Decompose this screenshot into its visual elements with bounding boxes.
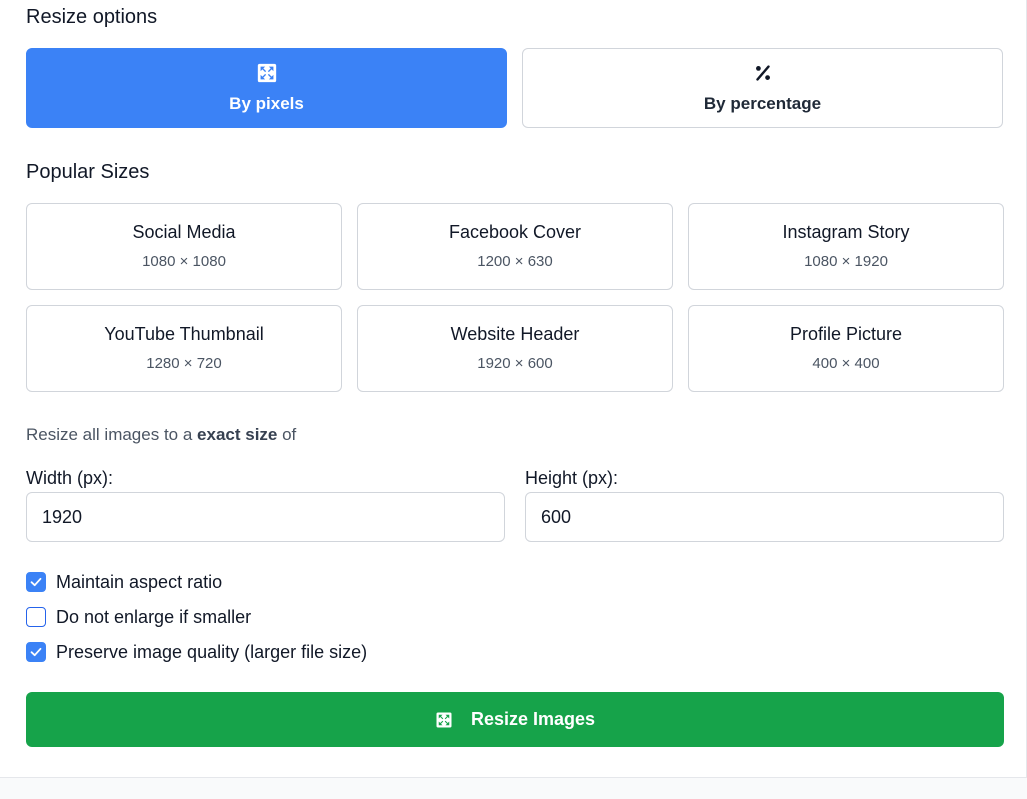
preset-facebook-cover[interactable]: Facebook Cover 1200 × 630 <box>357 203 673 290</box>
preset-size: 1920 × 600 <box>477 355 553 372</box>
preset-name: Profile Picture <box>789 324 903 344</box>
preset-name: Social Media <box>132 222 236 242</box>
preserve-quality-label: Preserve image quality (larger file size… <box>56 641 368 662</box>
preserve-quality-checkbox[interactable] <box>26 642 46 662</box>
do-not-enlarge-label: Do not enlarge if smaller <box>56 606 252 627</box>
preset-name: Instagram Story <box>782 222 910 242</box>
resize-description: Resize all images to a exact size of <box>26 425 296 445</box>
height-input[interactable] <box>525 492 1004 542</box>
by-pixels-label: By pixels <box>229 94 304 113</box>
expand-arrows-icon <box>436 712 452 727</box>
maintain-aspect-ratio-label: Maintain aspect ratio <box>56 571 223 592</box>
description-suffix: of <box>277 425 297 444</box>
resize-panel: Resize options By pixels By percentage P… <box>0 0 1027 778</box>
preset-name: Facebook Cover <box>448 222 582 242</box>
maintain-aspect-ratio-option[interactable]: Maintain aspect ratio <box>26 571 222 593</box>
width-input[interactable] <box>26 492 505 542</box>
description-prefix: Resize all images to a <box>26 425 198 444</box>
preset-youtube-thumbnail[interactable]: YouTube Thumbnail 1280 × 720 <box>26 305 342 392</box>
do-not-enlarge-checkbox[interactable] <box>26 607 46 627</box>
preset-size: 1080 × 1920 <box>804 253 888 270</box>
preset-website-header[interactable]: Website Header 1920 × 600 <box>357 305 673 392</box>
preserve-quality-option[interactable]: Preserve image quality (larger file size… <box>26 641 367 663</box>
preset-size: 400 × 400 <box>812 355 880 372</box>
by-pixels-button[interactable]: By pixels <box>26 48 507 128</box>
preset-name: YouTube Thumbnail <box>104 324 264 344</box>
preset-name: Website Header <box>450 324 580 344</box>
by-percentage-label: By percentage <box>703 94 822 113</box>
preset-size: 1280 × 720 <box>146 355 222 372</box>
by-percentage-button[interactable]: By percentage <box>522 48 1003 128</box>
preset-size: 1200 × 630 <box>477 253 553 270</box>
width-label: Width (px): <box>26 468 114 488</box>
preset-profile-picture[interactable]: Profile Picture 400 × 400 <box>688 305 1004 392</box>
do-not-enlarge-option[interactable]: Do not enlarge if smaller <box>26 606 251 628</box>
expand-arrows-icon <box>257 63 276 83</box>
checkmark-icon <box>30 647 42 657</box>
resize-images-label: Resize Images <box>470 709 596 729</box>
resize-options-title: Resize options <box>26 6 158 28</box>
popular-sizes-title: Popular Sizes <box>26 161 150 183</box>
resize-images-button[interactable]: Resize Images <box>26 692 1004 747</box>
preset-social-media[interactable]: Social Media 1080 × 1080 <box>26 203 342 290</box>
checkmark-icon <box>30 577 42 587</box>
preset-instagram-story[interactable]: Instagram Story 1080 × 1920 <box>688 203 1004 290</box>
preset-size: 1080 × 1080 <box>142 253 226 270</box>
description-emphasis: exact size <box>197 425 278 444</box>
height-label: Height (px): <box>525 468 619 488</box>
maintain-aspect-ratio-checkbox[interactable] <box>26 572 46 592</box>
percent-icon <box>755 65 770 81</box>
